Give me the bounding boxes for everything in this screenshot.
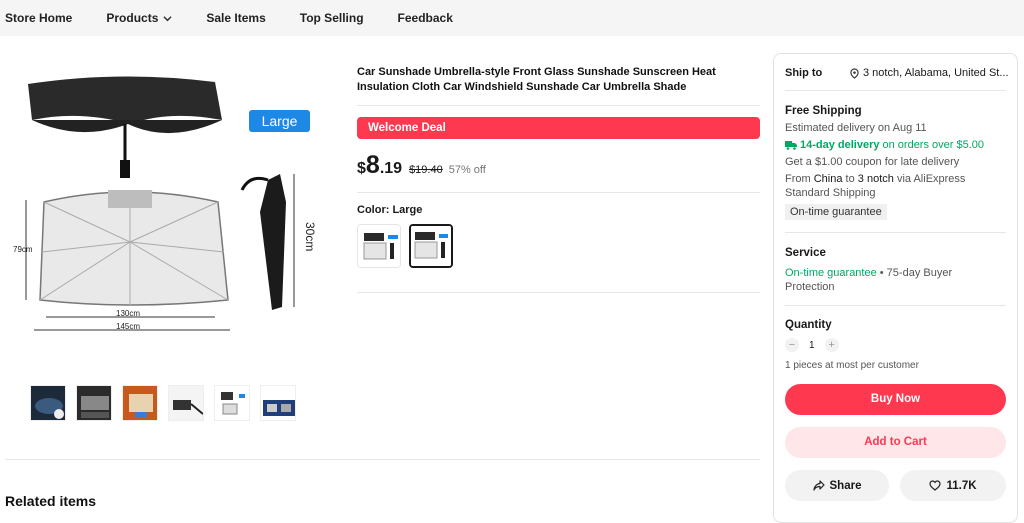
service-title: Service: [785, 247, 826, 259]
nav-feedback-label: Feedback: [397, 11, 453, 25]
late-delivery-coupon: Get a $1.00 coupon for late delivery: [785, 156, 960, 168]
wishlist-count: 11.7K: [946, 479, 977, 492]
panel-divider-3: [785, 305, 1006, 306]
add-to-cart-button[interactable]: Add to Cart: [785, 427, 1006, 458]
size-badge-label: Large: [262, 113, 298, 129]
quantity-stepper: − 1 +: [785, 338, 839, 352]
nav-top-selling-label: Top Selling: [299, 11, 364, 25]
free-shipping-title: Free Shipping: [785, 105, 862, 117]
thumbnail-strip: [30, 385, 296, 421]
share-label: Share: [829, 479, 862, 492]
nav-products-label: Products: [106, 11, 159, 25]
panel-divider-1: [785, 90, 1006, 91]
share-icon: [812, 480, 825, 491]
shipping-origin: From China to 3 notch via AliExpress: [785, 173, 965, 185]
thumbnail-3[interactable]: [122, 385, 158, 421]
from-to: to: [845, 173, 855, 185]
estimated-delivery: Estimated delivery on Aug 11: [785, 122, 927, 134]
panel-divider-2: [785, 232, 1006, 233]
price-currency: $: [357, 160, 366, 177]
fast-delivery-row: 14-day delivery on orders over $5.00: [785, 139, 984, 151]
destination: 3 notch: [857, 173, 894, 185]
title-divider: [357, 105, 760, 106]
nav-sale-items[interactable]: Sale Items: [206, 11, 265, 25]
service-protection-2: Protection: [785, 281, 835, 293]
nav-products[interactable]: Products: [106, 11, 172, 25]
nav-sale-items-label: Sale Items: [206, 11, 266, 25]
welcome-deal-banner: Welcome Deal: [357, 117, 760, 139]
color-swatch-1[interactable]: [357, 224, 401, 268]
nav-top-selling[interactable]: Top Selling: [300, 11, 364, 25]
chevron-down-icon: [163, 15, 172, 21]
umbrella-canopy: [28, 76, 222, 124]
service-details: On-time guarantee • 75-day Buyer Protecti…: [785, 266, 1006, 294]
fast-delivery-suffix: on orders over $5.00: [882, 139, 985, 151]
quantity-increase-button[interactable]: +: [824, 338, 839, 352]
quantity-decrease-button[interactable]: −: [785, 338, 799, 352]
dimension-height: 79cm: [13, 245, 33, 254]
wishlist-button[interactable]: 11.7K: [900, 470, 1006, 501]
ship-to-label: Ship to: [785, 67, 823, 79]
truck-icon: [785, 141, 797, 150]
sunshade-open: [39, 191, 229, 306]
ship-to-selector[interactable]: 3 notch, Alabama, United St...: [850, 67, 1009, 79]
quantity-value[interactable]: 1: [809, 340, 815, 351]
share-button[interactable]: Share: [785, 470, 889, 501]
location-pin-icon: [850, 67, 859, 79]
related-items-heading: Related items: [5, 493, 97, 509]
service-guarantee[interactable]: On-time guarantee: [785, 267, 877, 279]
price-block: $ 8 .19 $19.40 57% off: [357, 152, 486, 178]
discount-label: 57% off: [448, 164, 486, 176]
nav-feedback[interactable]: Feedback: [398, 11, 453, 25]
purchase-panel: Ship to 3 notch, Alabama, United St... F…: [773, 53, 1018, 523]
price-decimal: .19: [379, 160, 403, 177]
color-label: Color: Large: [357, 204, 423, 216]
gallery-divider: [5, 459, 760, 460]
product-title: Car Sunshade Umbrella-style Front Glass …: [357, 66, 716, 93]
standard-shipping: Standard Shipping: [785, 187, 876, 199]
original-price: $19.40: [409, 164, 443, 176]
thumbnail-5[interactable]: [214, 385, 250, 421]
service-protection: • 75-day Buyer: [876, 267, 953, 279]
dimension-width-inner: 130cm: [116, 309, 140, 318]
origin-country: China: [813, 173, 843, 185]
thumbnail-1[interactable]: [30, 385, 66, 421]
dimension-folded: 30cm: [303, 222, 317, 251]
quantity-title: Quantity: [785, 319, 832, 331]
thumbnail-6[interactable]: [260, 385, 296, 421]
thumbnail-4[interactable]: [168, 385, 204, 421]
nav-store-home-label: Store Home: [5, 11, 73, 25]
dimension-width-outer: 145cm: [116, 322, 140, 331]
from-prefix: From: [785, 173, 811, 185]
options-divider: [357, 292, 760, 293]
nav-store-home[interactable]: Store Home: [5, 11, 72, 25]
buy-now-button[interactable]: Buy Now: [785, 384, 1006, 415]
main-product-image[interactable]: Large 79cm 130cm 145cm 30cm: [10, 62, 330, 352]
price-divider: [357, 192, 760, 193]
ship-to-value: 3 notch, Alabama, United St...: [863, 67, 1009, 79]
price-integer: 8: [365, 151, 380, 179]
fast-delivery: 14-day delivery: [800, 139, 880, 151]
purchase-limit: 1 pieces at most per customer: [785, 360, 919, 371]
heart-icon: [929, 480, 942, 491]
thumbnail-2[interactable]: [76, 385, 112, 421]
color-swatch-large-selected[interactable]: [409, 224, 453, 268]
store-nav-bar: Store Home Products Sale Items Top Selli…: [0, 0, 1024, 36]
folded-umbrella: [260, 174, 286, 310]
on-time-guarantee-tag: On-time guarantee: [785, 204, 887, 220]
from-suffix: via AliExpress: [896, 173, 966, 185]
